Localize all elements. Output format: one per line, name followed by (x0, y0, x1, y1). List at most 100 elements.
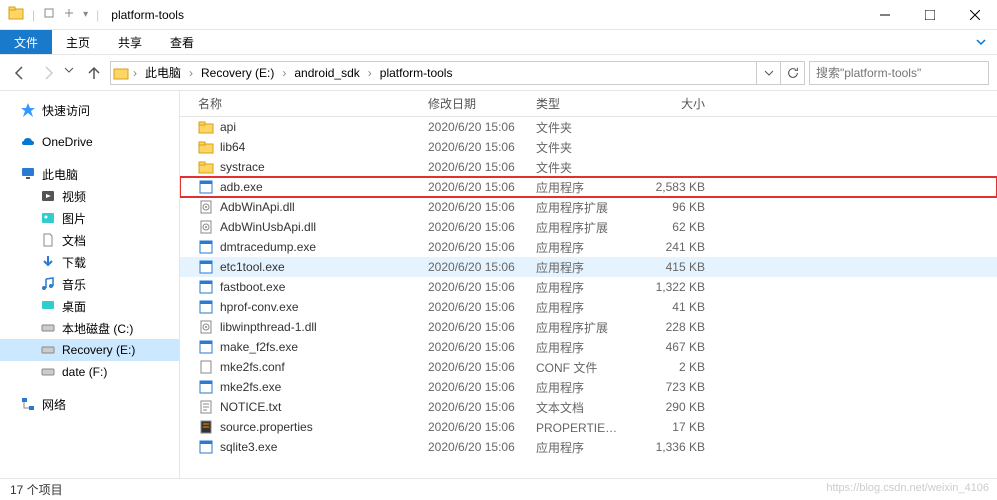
file-row[interactable]: sqlite3.exe2020/6/20 15:06应用程序1,336 KB (180, 437, 997, 457)
history-dropdown[interactable] (756, 62, 780, 84)
maximize-button[interactable] (907, 0, 952, 30)
qat-sep: | (96, 8, 99, 22)
file-name: make_f2fs.exe (220, 340, 298, 354)
file-name: AdbWinApi.dll (220, 200, 295, 214)
file-row[interactable]: dmtracedump.exe2020/6/20 15:06应用程序241 KB (180, 237, 997, 257)
file-date: 2020/6/20 15:06 (420, 240, 528, 254)
file-row[interactable]: adb.exe2020/6/20 15:06应用程序2,583 KB (180, 177, 997, 197)
disk-icon (40, 364, 56, 380)
breadcrumb-item[interactable]: platform-tools (374, 62, 459, 84)
file-row[interactable]: libwinpthread-1.dll2020/6/20 15:06应用程序扩展… (180, 317, 997, 337)
sidebar-item-label: 快速访问 (42, 102, 90, 119)
file-row[interactable]: NOTICE.txt2020/6/20 15:06文本文档290 KB (180, 397, 997, 417)
sidebar-downloads[interactable]: 下载 (0, 251, 179, 273)
forward-button[interactable] (36, 61, 60, 85)
file-name: etc1tool.exe (220, 260, 285, 274)
titlebar-qat: | ▾ | (8, 5, 99, 24)
sidebar-desktop[interactable]: 桌面 (0, 295, 179, 317)
file-type: 应用程序 (528, 179, 633, 196)
column-type[interactable]: 类型 (528, 91, 633, 116)
sidebar-documents[interactable]: 文档 (0, 229, 179, 251)
refresh-button[interactable] (780, 62, 804, 84)
qat-btn[interactable] (43, 7, 55, 22)
breadcrumb[interactable]: › 此电脑 › Recovery (E:) › android_sdk › pl… (110, 61, 805, 85)
back-button[interactable] (8, 61, 32, 85)
file-row[interactable]: api2020/6/20 15:06文件夹 (180, 117, 997, 137)
file-row[interactable]: systrace2020/6/20 15:06文件夹 (180, 157, 997, 177)
file-row[interactable]: source.properties2020/6/20 15:06PROPERTI… (180, 417, 997, 437)
file-row[interactable]: etc1tool.exe2020/6/20 15:06应用程序415 KB (180, 257, 997, 277)
item-count: 17 个项目 (10, 481, 63, 498)
sidebar-quick-access[interactable]: 快速访问 (0, 99, 179, 121)
sidebar-this-pc[interactable]: 此电脑 (0, 163, 179, 185)
navigation-toolbar: › 此电脑 › Recovery (E:) › android_sdk › pl… (0, 55, 997, 91)
file-size: 241 KB (633, 240, 713, 254)
file-row[interactable]: lib642020/6/20 15:06文件夹 (180, 137, 997, 157)
sidebar-network[interactable]: 网络 (0, 393, 179, 415)
file-size: 723 KB (633, 380, 713, 394)
tab-view[interactable]: 查看 (156, 30, 208, 54)
file-row[interactable]: fastboot.exe2020/6/20 15:06应用程序1,322 KB (180, 277, 997, 297)
ribbon-expand-icon[interactable] (965, 30, 997, 54)
minimize-button[interactable] (862, 0, 907, 30)
file-type: 文件夹 (528, 159, 633, 176)
chevron-right-icon[interactable]: › (131, 66, 139, 80)
breadcrumb-item[interactable]: 此电脑 (139, 62, 187, 84)
file-type: 应用程序 (528, 439, 633, 456)
file-row[interactable]: mke2fs.exe2020/6/20 15:06应用程序723 KB (180, 377, 997, 397)
column-name[interactable]: 名称 (180, 91, 420, 116)
file-row[interactable]: make_f2fs.exe2020/6/20 15:06应用程序467 KB (180, 337, 997, 357)
file-size: 41 KB (633, 300, 713, 314)
sidebar-disk-c[interactable]: 本地磁盘 (C:) (0, 317, 179, 339)
dll-icon (198, 199, 214, 215)
sidebar-onedrive[interactable]: OneDrive (0, 131, 179, 153)
window-title: platform-tools (111, 8, 184, 22)
file-date: 2020/6/20 15:06 (420, 380, 528, 394)
search-input[interactable] (816, 66, 982, 80)
file-row[interactable]: AdbWinUsbApi.dll2020/6/20 15:06应用程序扩展62 … (180, 217, 997, 237)
file-row[interactable]: hprof-conv.exe2020/6/20 15:06应用程序41 KB (180, 297, 997, 317)
chevron-right-icon[interactable]: › (366, 66, 374, 80)
tab-share[interactable]: 共享 (104, 30, 156, 54)
file-name: mke2fs.conf (220, 360, 285, 374)
sidebar-item-label: 本地磁盘 (C:) (62, 320, 133, 337)
column-headers: 名称 修改日期 类型 大小 (180, 91, 997, 117)
qat-btn[interactable] (63, 7, 75, 22)
file-type: 应用程序 (528, 379, 633, 396)
column-size[interactable]: 大小 (633, 91, 713, 116)
exe-icon (198, 299, 214, 315)
titlebar: | ▾ | platform-tools (0, 0, 997, 30)
file-name: fastboot.exe (220, 280, 285, 294)
disk-icon (40, 320, 56, 336)
file-size: 1,322 KB (633, 280, 713, 294)
sidebar-disk-e[interactable]: Recovery (E:) (0, 339, 179, 361)
file-row[interactable]: AdbWinApi.dll2020/6/20 15:06应用程序扩展96 KB (180, 197, 997, 217)
breadcrumb-item[interactable]: android_sdk (288, 62, 365, 84)
star-icon (20, 102, 36, 118)
sidebar-disk-f[interactable]: date (F:) (0, 361, 179, 383)
sidebar-item-label: 桌面 (62, 298, 86, 315)
file-type: 应用程序 (528, 299, 633, 316)
search-box[interactable] (809, 61, 989, 85)
chevron-right-icon[interactable]: › (280, 66, 288, 80)
recent-dropdown[interactable] (64, 61, 78, 85)
tab-file[interactable]: 文件 (0, 30, 52, 54)
column-date[interactable]: 修改日期 (420, 91, 528, 116)
qat-dropdown[interactable]: ▾ (83, 9, 88, 20)
sidebar-pictures[interactable]: 图片 (0, 207, 179, 229)
up-button[interactable] (82, 61, 106, 85)
download-icon (40, 254, 56, 270)
breadcrumb-item[interactable]: Recovery (E:) (195, 62, 280, 84)
sidebar-videos[interactable]: 视频 (0, 185, 179, 207)
sidebar-music[interactable]: 音乐 (0, 273, 179, 295)
chevron-right-icon[interactable]: › (187, 66, 195, 80)
tab-home[interactable]: 主页 (52, 30, 104, 54)
file-row[interactable]: mke2fs.conf2020/6/20 15:06CONF 文件2 KB (180, 357, 997, 377)
file-size: 2 KB (633, 360, 713, 374)
file-type: 应用程序扩展 (528, 219, 633, 236)
file-date: 2020/6/20 15:06 (420, 180, 528, 194)
close-button[interactable] (952, 0, 997, 30)
file-name: dmtracedump.exe (220, 240, 316, 254)
file-date: 2020/6/20 15:06 (420, 400, 528, 414)
file-size: 1,336 KB (633, 440, 713, 454)
